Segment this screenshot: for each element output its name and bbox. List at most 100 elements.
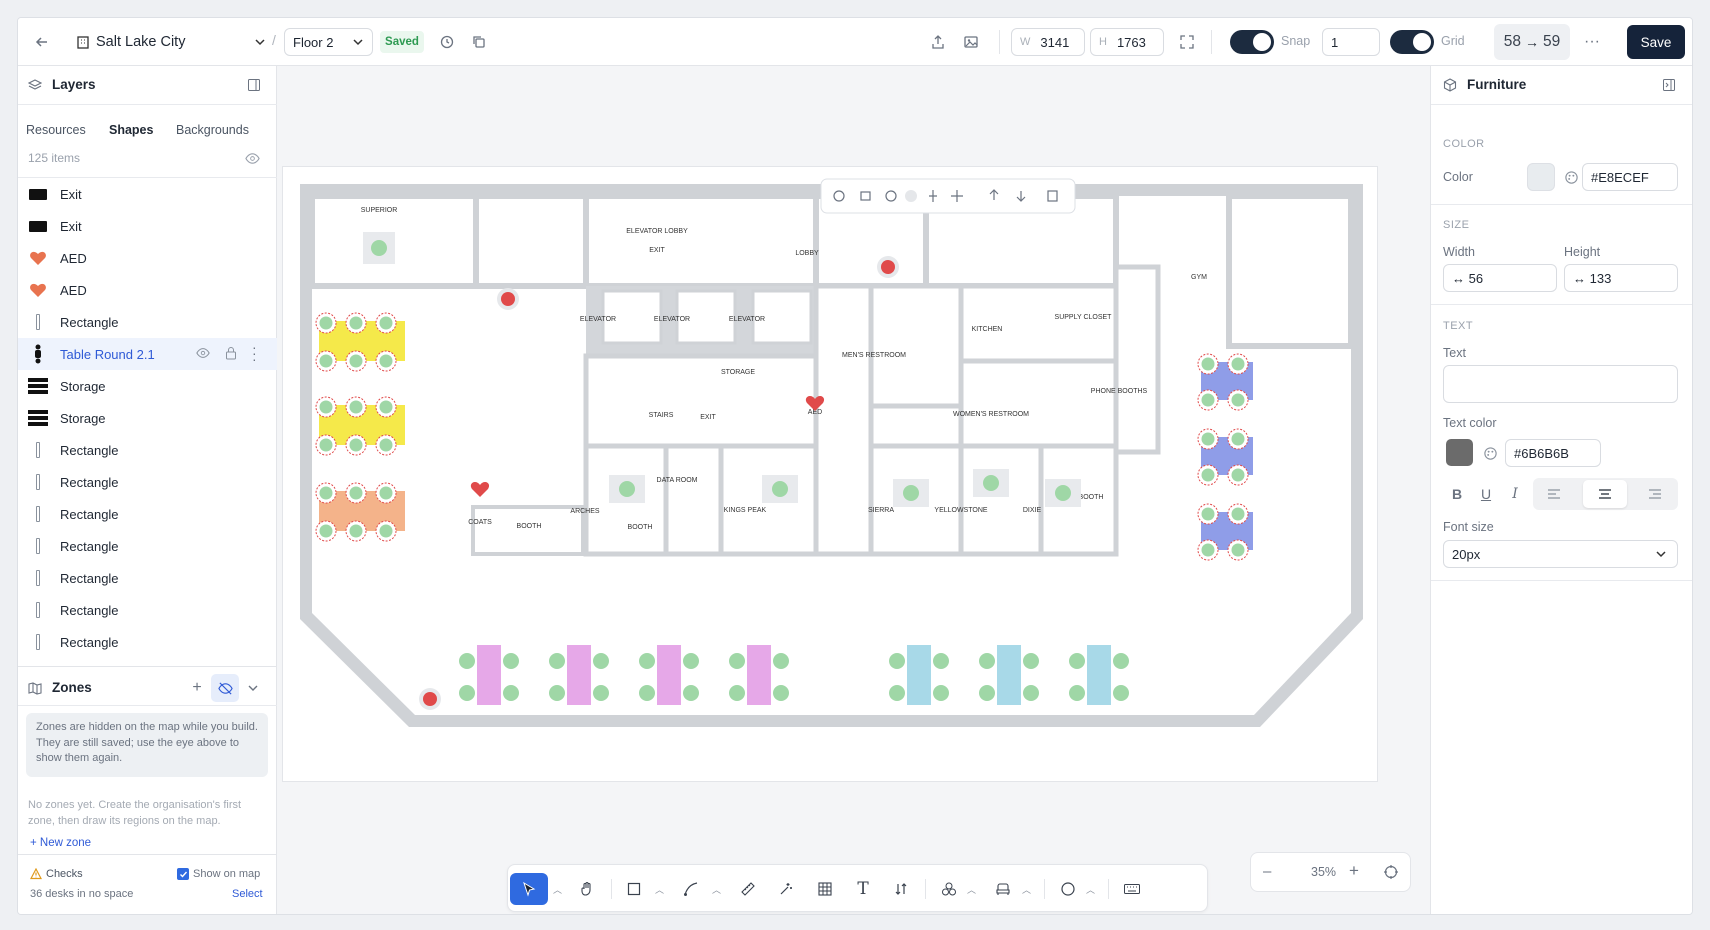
layer-item[interactable]: Storage	[18, 402, 277, 434]
align-center-icon[interactable]	[1583, 480, 1627, 508]
layer-item[interactable]: Rectangle	[18, 306, 277, 338]
room-yellowstone[interactable]	[958, 443, 1044, 557]
tab-backgrounds[interactable]: Backgrounds	[176, 123, 249, 137]
more-options-icon[interactable]: ···	[1578, 28, 1606, 56]
palette-icon[interactable]	[1557, 163, 1585, 191]
kebab-menu-icon[interactable]: · · ·	[252, 340, 257, 366]
width-input[interactable]: W 3141	[1011, 28, 1085, 56]
eye-icon[interactable]	[238, 144, 266, 172]
chevron-up-icon[interactable]: ︿	[1022, 883, 1031, 896]
ruler-tool-icon[interactable]	[734, 875, 762, 903]
shape-floating-toolbar[interactable]	[820, 178, 1076, 214]
magic-tool-icon[interactable]	[772, 875, 800, 903]
room-label: ELEVATOR	[654, 316, 690, 323]
desk-seat	[1069, 653, 1085, 669]
floorplan-drawing[interactable]: SUPERIOR ELEVATOR LOBBY EXIT LOBBY GYM ELEVAT…	[283, 167, 1379, 783]
room-label: BOOTH	[1079, 494, 1104, 501]
chevron-up-icon[interactable]: ︿	[967, 883, 976, 896]
image-icon[interactable]	[957, 28, 985, 56]
zones-hidden-eye-icon[interactable]	[211, 674, 239, 702]
room-label: SUPERIOR	[361, 207, 398, 214]
add-zone-icon[interactable]: +	[183, 674, 211, 702]
history-icon[interactable]	[433, 28, 461, 56]
layer-item[interactable]: Rectangle	[18, 626, 277, 658]
text-textarea[interactable]	[1443, 365, 1678, 403]
layer-item[interactable]: Rectangle	[18, 530, 277, 562]
align-right-icon[interactable]	[1641, 480, 1669, 508]
chevron-up-icon[interactable]: ︿	[553, 883, 562, 896]
furniture-width-input[interactable]: ↔ 56	[1443, 264, 1557, 292]
export-icon[interactable]	[924, 28, 952, 56]
layer-item-label: Rectangle	[60, 602, 119, 618]
grid-tool-icon[interactable]	[811, 875, 839, 903]
palette-icon[interactable]	[1476, 439, 1504, 467]
save-button[interactable]: Save	[1627, 25, 1685, 59]
chevron-down-icon[interactable]	[239, 674, 267, 702]
layer-item[interactable]: Storage	[18, 370, 277, 402]
show-on-map-checkbox[interactable]: Show on map	[177, 868, 260, 880]
height-input[interactable]: H 1763	[1090, 28, 1164, 56]
layer-item[interactable]: Rectangle	[18, 434, 277, 466]
layer-item[interactable]: AED	[18, 242, 277, 274]
sort-tool-icon[interactable]	[887, 875, 915, 903]
eye-icon[interactable]	[196, 346, 210, 363]
keyboard-icon[interactable]	[1118, 875, 1146, 903]
bold-button[interactable]: B	[1443, 480, 1471, 508]
layer-item[interactable]: Rectangle	[18, 466, 277, 498]
italic-button[interactable]: I	[1501, 480, 1529, 508]
lock-icon[interactable]	[224, 346, 238, 363]
zoom-controls: – 35% +	[1250, 852, 1411, 892]
grid-toggle[interactable]	[1390, 30, 1434, 54]
furniture-tool-icon[interactable]	[989, 875, 1017, 903]
duplicate-icon[interactable]	[465, 28, 493, 56]
tab-shapes[interactable]: Shapes	[109, 123, 153, 137]
layer-item[interactable]: Rectangle	[18, 498, 277, 530]
floorplan-canvas[interactable]: SUPERIOR ELEVATOR LOBBY EXIT LOBBY GYM ELEVAT…	[282, 166, 1378, 782]
collapse-panel-icon[interactable]	[1655, 71, 1683, 99]
recenter-icon[interactable]	[1377, 858, 1405, 886]
layer-item[interactable]: Rectangle	[18, 594, 277, 626]
zoom-in-button[interactable]: +	[1349, 861, 1359, 881]
text-color-swatch[interactable]	[1446, 439, 1473, 466]
back-arrow-icon[interactable]	[28, 28, 56, 56]
desk-seat	[1201, 543, 1215, 557]
layer-item[interactable]: AED	[18, 274, 277, 306]
desk-block	[907, 645, 931, 705]
room-gym[interactable]	[1226, 193, 1354, 349]
new-zone-link[interactable]: + New zone	[30, 837, 91, 849]
rectangle-tool-icon[interactable]	[620, 875, 648, 903]
version-indicator[interactable]: 58 → 59	[1494, 24, 1570, 60]
fullscreen-icon[interactable]	[1173, 28, 1201, 56]
select-link[interactable]: Select	[232, 888, 263, 900]
font-size-select[interactable]: 20px	[1443, 540, 1678, 568]
layer-item-label: AED	[60, 282, 87, 298]
chevron-up-icon[interactable]: ︿	[712, 883, 721, 896]
align-left-icon[interactable]	[1540, 480, 1568, 508]
furniture-height-input[interactable]: ↔ 133	[1564, 264, 1678, 292]
snap-toggle[interactable]	[1230, 30, 1274, 54]
chevron-up-icon[interactable]: ︿	[655, 883, 664, 896]
layer-item[interactable]: Table Round 2.1 · · ·	[18, 338, 277, 370]
layer-item[interactable]: Rectangle	[18, 562, 277, 594]
floor-selector[interactable]: Floor 2	[284, 28, 373, 56]
pen-tool-icon[interactable]	[677, 875, 705, 903]
color-hex-input[interactable]: #E8ECEF	[1582, 163, 1678, 191]
hand-tool-icon[interactable]	[573, 875, 601, 903]
location-selector[interactable]: Salt Lake City	[76, 28, 266, 56]
underline-button[interactable]: U	[1472, 480, 1500, 508]
zoom-out-button[interactable]: –	[1263, 863, 1271, 880]
text-color-hex-input[interactable]: #6B6B6B	[1505, 439, 1601, 467]
collapse-panel-icon[interactable]	[240, 71, 268, 99]
chevron-up-icon[interactable]: ︿	[1086, 883, 1095, 896]
tab-resources[interactable]: Resources	[26, 123, 86, 137]
layer-item[interactable]: Exit	[18, 178, 277, 210]
select-tool-icon[interactable]	[510, 873, 548, 905]
snap-value-input[interactable]: 1	[1322, 28, 1380, 56]
desk-seat	[379, 524, 393, 538]
color-swatch[interactable]	[1527, 163, 1555, 191]
zoom-level[interactable]: 35%	[1311, 865, 1336, 879]
circle-tool-icon[interactable]	[1054, 875, 1082, 903]
text-tool-icon[interactable]: T	[849, 875, 877, 903]
component-tool-icon[interactable]	[935, 875, 963, 903]
layer-item[interactable]: Exit	[18, 210, 277, 242]
